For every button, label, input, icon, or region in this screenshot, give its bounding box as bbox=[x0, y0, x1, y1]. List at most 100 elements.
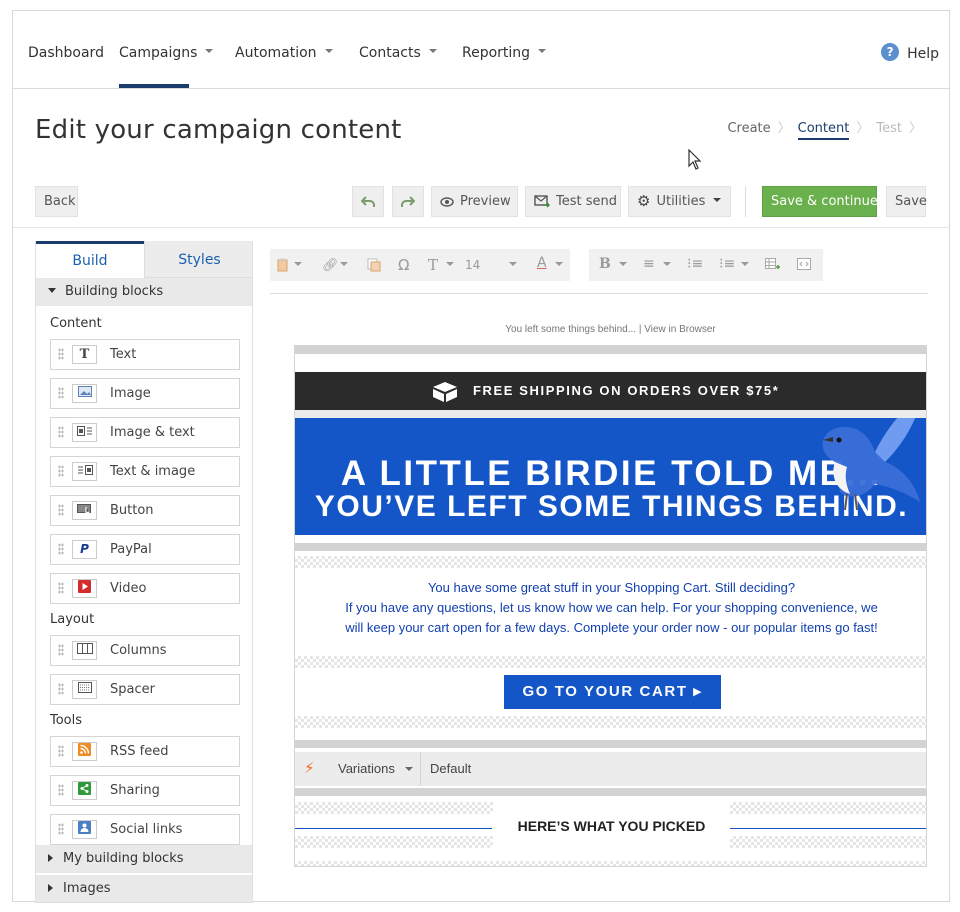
drag-handle-icon[interactable] bbox=[58, 504, 64, 516]
block-columns[interactable]: Columns bbox=[50, 635, 240, 666]
drag-handle-icon[interactable] bbox=[58, 582, 64, 594]
utilities-dropdown[interactable]: ⚙ Utilities bbox=[628, 186, 731, 217]
omega-icon[interactable]: Ω bbox=[398, 256, 409, 274]
nav-reporting[interactable]: Reporting bbox=[462, 45, 547, 61]
block-button[interactable]: Button bbox=[50, 495, 240, 526]
panel-tabs: Build Styles bbox=[36, 241, 252, 278]
drag-handle-icon[interactable] bbox=[58, 745, 64, 757]
caret-right-icon bbox=[48, 853, 53, 862]
hero-banner[interactable]: A LITTLE BIRDIE TOLD ME... YOU’VE LEFT S… bbox=[295, 418, 926, 535]
preheader-text[interactable]: You left some things behind... | View in… bbox=[294, 324, 927, 335]
drag-handle-icon[interactable] bbox=[58, 348, 64, 360]
font-color-icon[interactable]: A bbox=[537, 255, 547, 271]
chevron-down-icon[interactable] bbox=[555, 258, 563, 273]
drag-handle-icon[interactable] bbox=[58, 543, 64, 555]
variations-bar[interactable]: ⚡︎ Variations Default bbox=[295, 752, 926, 786]
drag-handle-icon[interactable] bbox=[58, 426, 64, 438]
font-size-select[interactable]: 14 bbox=[465, 258, 480, 272]
chevron-down-icon[interactable] bbox=[294, 258, 302, 273]
nav-campaigns[interactable]: Campaigns bbox=[119, 45, 214, 61]
block-paypal[interactable]: P PayPal bbox=[50, 534, 240, 565]
columns-icon bbox=[72, 641, 97, 660]
nav-active-indicator bbox=[119, 84, 189, 88]
progress-steps: Create 〉 Content 〉 Test 〉 bbox=[727, 117, 929, 140]
nav-automation[interactable]: Automation bbox=[235, 45, 333, 61]
chevron-down-icon[interactable] bbox=[446, 258, 454, 273]
block-text-image[interactable]: Text & image bbox=[50, 456, 240, 487]
step-content[interactable]: Content bbox=[797, 121, 850, 140]
pattern-divider bbox=[730, 802, 926, 814]
test-send-button[interactable]: Test send bbox=[525, 186, 621, 217]
chevron-down-icon[interactable] bbox=[663, 258, 671, 273]
step-test: Test bbox=[876, 121, 902, 136]
source-code-icon[interactable] bbox=[797, 258, 811, 274]
drag-handle-icon[interactable] bbox=[58, 644, 64, 656]
help-icon: ? bbox=[881, 43, 900, 61]
block-image[interactable]: Image bbox=[50, 378, 240, 409]
bulleted-list-icon[interactable]: ⁝≡ bbox=[719, 256, 735, 272]
go-to-cart-button[interactable]: GO TO YOUR CART ▸ bbox=[504, 675, 721, 709]
nav-dashboard[interactable]: Dashboard bbox=[28, 45, 104, 61]
picked-heading[interactable]: HERE’S WHAT YOU PICKED bbox=[295, 818, 926, 834]
button-icon bbox=[72, 501, 97, 520]
save-continue-button[interactable]: Save & continue bbox=[762, 186, 878, 217]
block-text[interactable]: T Text bbox=[50, 339, 240, 370]
step-create[interactable]: Create bbox=[727, 121, 770, 136]
block-label: Sharing bbox=[110, 783, 160, 798]
numbered-list-icon[interactable]: ⁝≡ bbox=[687, 256, 703, 272]
chevron-down-icon[interactable] bbox=[619, 258, 627, 273]
save-button[interactable]: Save bbox=[886, 186, 927, 217]
spacer-icon bbox=[72, 680, 97, 699]
tab-styles[interactable]: Styles bbox=[144, 241, 252, 278]
toolbar-divider bbox=[745, 186, 746, 217]
paste-icon[interactable] bbox=[276, 258, 290, 276]
undo-button[interactable] bbox=[352, 186, 384, 217]
block-label: Text bbox=[110, 347, 137, 362]
align-icon[interactable]: ≡ bbox=[643, 256, 655, 272]
caret-right-icon bbox=[48, 883, 53, 892]
group-label-content: Content bbox=[50, 316, 102, 331]
drag-handle-icon[interactable] bbox=[58, 683, 64, 695]
block-spacer[interactable]: Spacer bbox=[50, 674, 240, 705]
block-video[interactable]: Video bbox=[50, 573, 240, 604]
section-separator bbox=[295, 543, 926, 551]
chevron-down-icon[interactable] bbox=[741, 258, 749, 273]
insert-table-icon[interactable] bbox=[765, 258, 780, 275]
images-toggle[interactable]: Images bbox=[36, 875, 252, 902]
block-sharing[interactable]: Sharing bbox=[50, 775, 240, 806]
building-blocks-label: Building blocks bbox=[65, 284, 164, 299]
link-icon[interactable]: 🔗︎ bbox=[322, 258, 339, 273]
block-image-text[interactable]: Image & text bbox=[50, 417, 240, 448]
building-blocks-toggle[interactable]: Building blocks bbox=[36, 278, 252, 306]
shipping-banner[interactable]: FREE SHIPPING ON ORDERS OVER $75* bbox=[295, 372, 926, 410]
block-label: Social links bbox=[110, 822, 183, 837]
nav-contacts[interactable]: Contacts bbox=[359, 45, 437, 61]
drag-handle-icon[interactable] bbox=[58, 823, 64, 835]
back-button[interactable]: Back bbox=[35, 186, 78, 217]
font-family-icon[interactable]: T bbox=[428, 256, 438, 274]
images-label: Images bbox=[63, 881, 111, 896]
group-label-layout: Layout bbox=[50, 612, 95, 627]
preview-button[interactable]: Preview bbox=[431, 186, 518, 217]
bold-icon[interactable]: B bbox=[599, 256, 611, 272]
heading-rule bbox=[295, 828, 492, 829]
drag-handle-icon[interactable] bbox=[58, 784, 64, 796]
help-label: Help bbox=[907, 46, 939, 62]
block-social-links[interactable]: Social links bbox=[50, 814, 240, 845]
redo-button[interactable] bbox=[392, 186, 424, 217]
chevron-down-icon[interactable] bbox=[340, 258, 348, 273]
my-building-blocks-toggle[interactable]: My building blocks bbox=[36, 845, 252, 873]
drag-handle-icon[interactable] bbox=[58, 465, 64, 477]
copy-format-icon[interactable] bbox=[367, 258, 381, 276]
drag-handle-icon[interactable] bbox=[58, 387, 64, 399]
variation-default[interactable]: Default bbox=[430, 752, 471, 786]
block-rss-feed[interactable]: RSS feed bbox=[50, 736, 240, 767]
tab-build[interactable]: Build bbox=[36, 241, 144, 278]
chevron-down-icon[interactable] bbox=[509, 258, 517, 273]
help-link[interactable]: ? Help bbox=[881, 43, 939, 63]
email-canvas[interactable]: FREE SHIPPING ON ORDERS OVER $75* A LITT… bbox=[294, 345, 927, 867]
message-text[interactable]: You have some great stuff in your Shoppi… bbox=[295, 578, 926, 638]
block-label: RSS feed bbox=[110, 744, 169, 759]
image-icon bbox=[72, 384, 97, 403]
variations-dropdown[interactable]: Variations bbox=[338, 752, 395, 786]
